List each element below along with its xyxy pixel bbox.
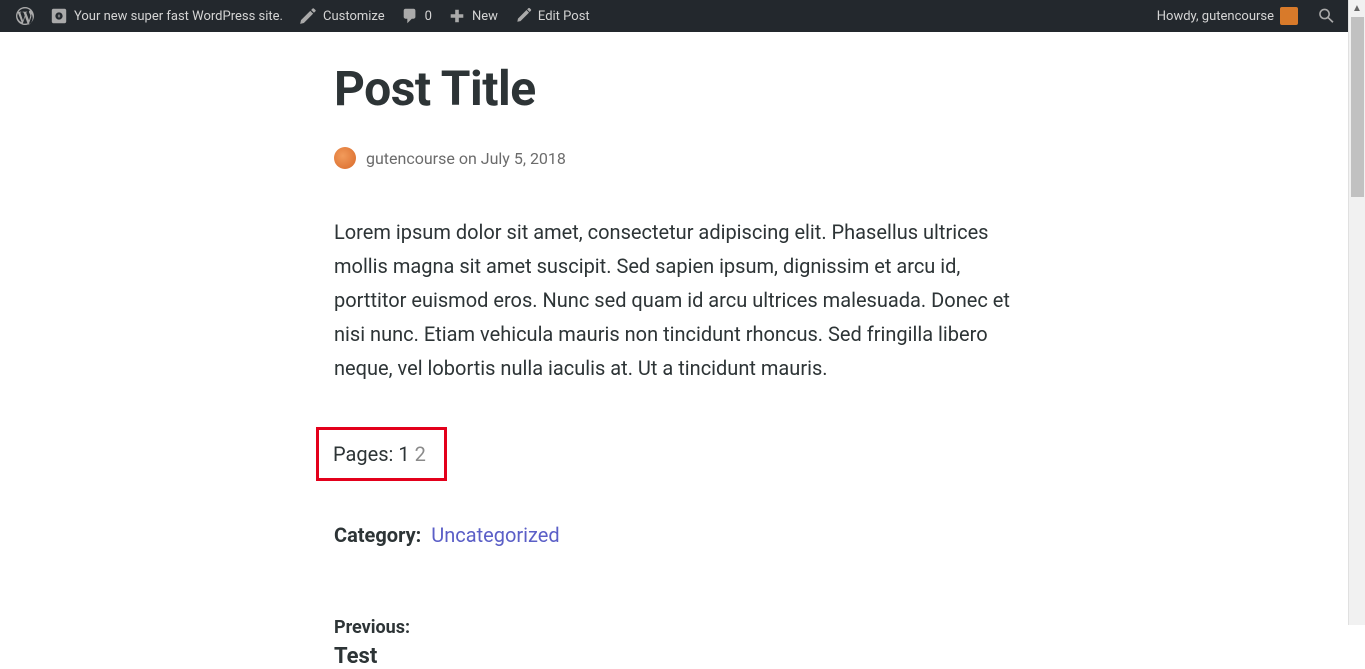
edit-post-menu[interactable]: Edit Post	[506, 0, 598, 32]
site-title-text: Your new super fast WordPress site.	[74, 9, 283, 24]
dashboard-icon	[50, 7, 68, 25]
author-name[interactable]: gutencourse	[366, 149, 455, 168]
site-name-menu[interactable]: Your new super fast WordPress site.	[42, 0, 291, 32]
edit-icon	[514, 7, 532, 25]
scroll-thumb[interactable]	[1351, 17, 1364, 197]
plus-icon	[448, 7, 466, 25]
page-link-2[interactable]: 2	[415, 442, 426, 466]
prev-label: Previous:	[334, 617, 1034, 638]
category-line: Category: Uncategorized	[334, 523, 1034, 547]
post-body-text: Lorem ipsum dolor sit amet, consectetur …	[334, 215, 1034, 385]
admin-bar-left: Your new super fast WordPress site. Cust…	[8, 0, 598, 32]
wp-logo-menu[interactable]	[8, 0, 42, 32]
new-label: New	[472, 9, 498, 24]
customize-label: Customize	[323, 9, 385, 24]
admin-search-button[interactable]	[1314, 3, 1340, 29]
post-date[interactable]: July 5, 2018	[481, 149, 566, 168]
pages-highlight-box: Pages: 1 2	[316, 427, 447, 481]
prev-post-title: Test	[334, 644, 1034, 669]
post-title: Post Title	[334, 60, 1034, 117]
comments-menu[interactable]: 0	[393, 0, 440, 32]
wp-admin-bar: Your new super fast WordPress site. Cust…	[0, 0, 1348, 32]
customize-icon	[299, 7, 317, 25]
search-icon	[1318, 7, 1336, 25]
page-content-wrap: Post Title gutencourse on July 5, 2018 L…	[0, 32, 1348, 669]
edit-post-label: Edit Post	[538, 9, 590, 24]
page-current: 1	[398, 442, 409, 466]
category-link[interactable]: Uncategorized	[431, 523, 559, 547]
wordpress-logo-icon	[16, 7, 34, 25]
byline-on: on	[459, 149, 477, 168]
pages-label: Pages:	[333, 442, 393, 466]
byline-text: gutencourse on July 5, 2018	[366, 149, 566, 168]
category-label: Category:	[334, 523, 421, 547]
comments-count: 0	[425, 9, 432, 24]
scroll-up-arrow[interactable]: ▲	[1349, 0, 1365, 17]
user-account-menu[interactable]: Howdy, gutencourse	[1149, 0, 1306, 32]
howdy-text: Howdy, gutencourse	[1157, 9, 1274, 24]
author-avatar	[334, 147, 356, 169]
admin-bar-right: Howdy, gutencourse	[1149, 0, 1340, 32]
post-content: Post Title gutencourse on July 5, 2018 L…	[294, 60, 1054, 669]
vertical-scrollbar[interactable]: ▲	[1348, 0, 1365, 625]
post-byline: gutencourse on July 5, 2018	[334, 147, 1034, 169]
new-content-menu[interactable]: New	[440, 0, 506, 32]
customize-menu[interactable]: Customize	[291, 0, 393, 32]
user-avatar-mini	[1280, 7, 1298, 25]
page-links: Pages: 1 2	[334, 427, 447, 481]
comments-icon	[401, 7, 419, 25]
